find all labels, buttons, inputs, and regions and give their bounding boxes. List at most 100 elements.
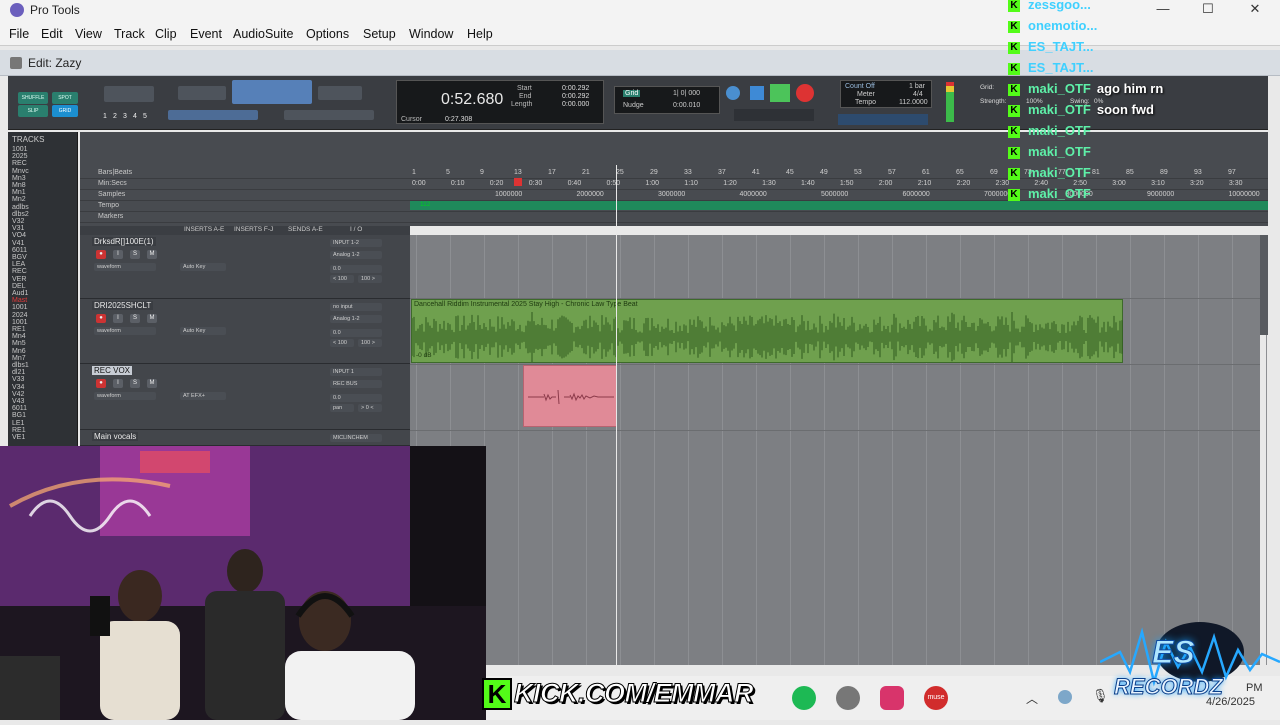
mute-button[interactable]: M bbox=[147, 379, 157, 388]
track-input-selector[interactable]: MICLINCHEM bbox=[330, 434, 382, 442]
tracklist-item[interactable]: V32 bbox=[12, 218, 24, 225]
tracklist-item[interactable]: RE1 bbox=[12, 326, 26, 333]
tiktok-icon[interactable] bbox=[880, 686, 904, 710]
tracklist-item[interactable]: Mn2 bbox=[12, 196, 26, 203]
input-monitor-button[interactable]: I bbox=[113, 314, 123, 323]
tracklist-item[interactable]: REC bbox=[12, 268, 27, 275]
transport-nav-buttons[interactable] bbox=[734, 109, 814, 121]
track-automation-selector[interactable]: AT EFX+ bbox=[180, 392, 226, 400]
beat-audio-clip[interactable]: Dancehall Riddim Instrumental 2025 Stay … bbox=[411, 299, 1123, 363]
spotify-icon[interactable] bbox=[792, 686, 816, 710]
count-off-bars[interactable]: 1 bar bbox=[909, 83, 925, 90]
shuffle-mode-button[interactable]: SHUFFLE bbox=[18, 92, 48, 104]
tracklist-item[interactable]: VER bbox=[12, 276, 26, 283]
track-pan-right[interactable]: > 0 < bbox=[358, 404, 382, 412]
track-automation-selector[interactable]: Auto Key bbox=[180, 327, 226, 335]
stop-button[interactable] bbox=[750, 86, 764, 100]
grid-mode-button[interactable]: GRID bbox=[52, 105, 78, 117]
track-output-selector[interactable]: Analog 1-2 bbox=[330, 315, 382, 323]
tracklist-item[interactable]: 6011 bbox=[12, 405, 27, 412]
track-volume-value[interactable]: 0.0 bbox=[330, 394, 382, 402]
mute-button[interactable]: M bbox=[147, 250, 157, 259]
tempo-value[interactable]: 112.0000 bbox=[899, 99, 928, 106]
zoom-preset-2[interactable]: 2 bbox=[113, 113, 117, 120]
menu-options[interactable]: Options bbox=[306, 27, 349, 41]
track-input-selector[interactable]: INPUT 1-2 bbox=[330, 239, 382, 247]
selection-marker-icon[interactable] bbox=[514, 178, 522, 186]
record-enable-button[interactable]: ● bbox=[96, 314, 106, 323]
tracklist-item[interactable]: BG1 bbox=[12, 412, 26, 419]
track-name[interactable]: DRI2025SHCLT bbox=[92, 301, 154, 310]
track-view-selector[interactable]: waveform bbox=[94, 392, 156, 400]
track-view-selector[interactable]: waveform bbox=[94, 327, 156, 335]
menu-window[interactable]: Window bbox=[409, 27, 453, 41]
play-button[interactable] bbox=[770, 84, 790, 102]
menu-edit[interactable]: Edit bbox=[41, 27, 63, 41]
tracklist-item[interactable]: LE1 bbox=[12, 420, 24, 427]
tracklist-item[interactable]: 1001 bbox=[12, 304, 28, 311]
tracklist-item[interactable]: Mn4 bbox=[12, 333, 26, 340]
vertical-scrollbar[interactable] bbox=[1260, 235, 1268, 335]
track-header[interactable]: Main vocals MICLINCHEM bbox=[80, 430, 410, 446]
spot-mode-button[interactable]: SPOT bbox=[52, 92, 78, 104]
track-volume-value[interactable]: 0.0 bbox=[330, 265, 382, 273]
track-volume-value[interactable]: 0.0 bbox=[330, 329, 382, 337]
tracklist-item[interactable]: dl21 bbox=[12, 369, 25, 376]
tracklist-item[interactable]: adlbs bbox=[12, 204, 29, 211]
start-value[interactable]: 0:00.292 bbox=[562, 85, 589, 92]
tracklist-item[interactable]: VE1 bbox=[12, 434, 25, 441]
meter-value[interactable]: 4/4 bbox=[913, 91, 923, 98]
tracklist-item[interactable]: V31 bbox=[12, 225, 24, 232]
count-off-label[interactable]: Count Off bbox=[845, 83, 875, 90]
menu-audiosuite[interactable]: AudioSuite bbox=[233, 27, 293, 41]
track-view-selector[interactable]: waveform bbox=[94, 263, 156, 271]
tracklist-item[interactable]: Mn3 bbox=[12, 175, 26, 182]
menu-track[interactable]: Track bbox=[114, 27, 145, 41]
track-pan-left[interactable]: pan bbox=[330, 404, 354, 412]
track-name[interactable]: DrksdR[]100E(1) bbox=[92, 237, 156, 246]
tracklist-item[interactable]: dlbs2 bbox=[12, 211, 29, 218]
nudge-value[interactable]: 0:00.010 bbox=[673, 102, 700, 109]
tracklist-item[interactable]: 1001 bbox=[12, 319, 28, 326]
track-pan-left[interactable]: < 100 bbox=[330, 339, 354, 347]
network-icon[interactable] bbox=[1058, 690, 1072, 704]
track-pan-right[interactable]: 100 > bbox=[358, 275, 382, 283]
nudge-label[interactable]: Nudge bbox=[623, 102, 644, 109]
tracklist-item[interactable]: dlbs1 bbox=[12, 362, 29, 369]
input-monitor-button[interactable]: I bbox=[113, 379, 123, 388]
chevron-up-icon[interactable]: ︿ bbox=[1026, 690, 1038, 707]
zoom-preset-4[interactable]: 4 bbox=[133, 113, 137, 120]
tracklist-item[interactable]: Mn5 bbox=[12, 340, 26, 347]
track-input-selector[interactable]: no input bbox=[330, 303, 382, 311]
muse-icon[interactable]: muse bbox=[924, 686, 948, 710]
end-value[interactable]: 0:00.292 bbox=[562, 93, 589, 100]
track-pan-right[interactable]: 100 > bbox=[358, 339, 382, 347]
menu-setup[interactable]: Setup bbox=[363, 27, 396, 41]
track-output-selector[interactable]: REC BUS bbox=[330, 380, 382, 388]
tracklist-item[interactable]: V33 bbox=[12, 376, 24, 383]
menu-file[interactable]: File bbox=[9, 27, 29, 41]
tracklist-item[interactable]: Mn7 bbox=[12, 355, 26, 362]
ruler-markers[interactable]: Markers bbox=[80, 212, 1268, 223]
tracklist-item[interactable]: 1001 bbox=[12, 146, 28, 153]
solo-button[interactable]: S bbox=[130, 250, 140, 259]
tracklist-item[interactable]: Mn8 bbox=[12, 182, 26, 189]
slip-mode-button[interactable]: SLIP bbox=[18, 105, 48, 117]
track-input-selector[interactable]: INPUT 1 bbox=[330, 368, 382, 376]
midi-controls[interactable] bbox=[838, 114, 928, 125]
tracklist-item[interactable]: DEL bbox=[12, 283, 26, 290]
tool-pencil[interactable] bbox=[318, 86, 362, 100]
obs-icon[interactable] bbox=[836, 686, 860, 710]
tracklist-item[interactable]: Mast bbox=[12, 297, 27, 304]
tracklist-item[interactable]: REC bbox=[12, 160, 27, 167]
main-counter[interactable]: 0:52.680 bbox=[441, 91, 503, 109]
input-monitor-button[interactable]: I bbox=[113, 250, 123, 259]
tracklist-item[interactable]: V42 bbox=[12, 391, 24, 398]
length-value[interactable]: 0:00.000 bbox=[562, 101, 589, 108]
track-header[interactable]: REC VOX ● I S M INPUT 1 REC BUS waveform AT EFX+… bbox=[80, 364, 410, 430]
tracklist-item[interactable]: Mn1 bbox=[12, 189, 26, 196]
tracklist-item[interactable]: 6011 bbox=[12, 247, 27, 254]
tracklist-item[interactable]: Mnvc bbox=[12, 168, 29, 175]
track-name[interactable]: Main vocals bbox=[92, 432, 139, 441]
track-name[interactable]: REC VOX bbox=[92, 366, 133, 375]
